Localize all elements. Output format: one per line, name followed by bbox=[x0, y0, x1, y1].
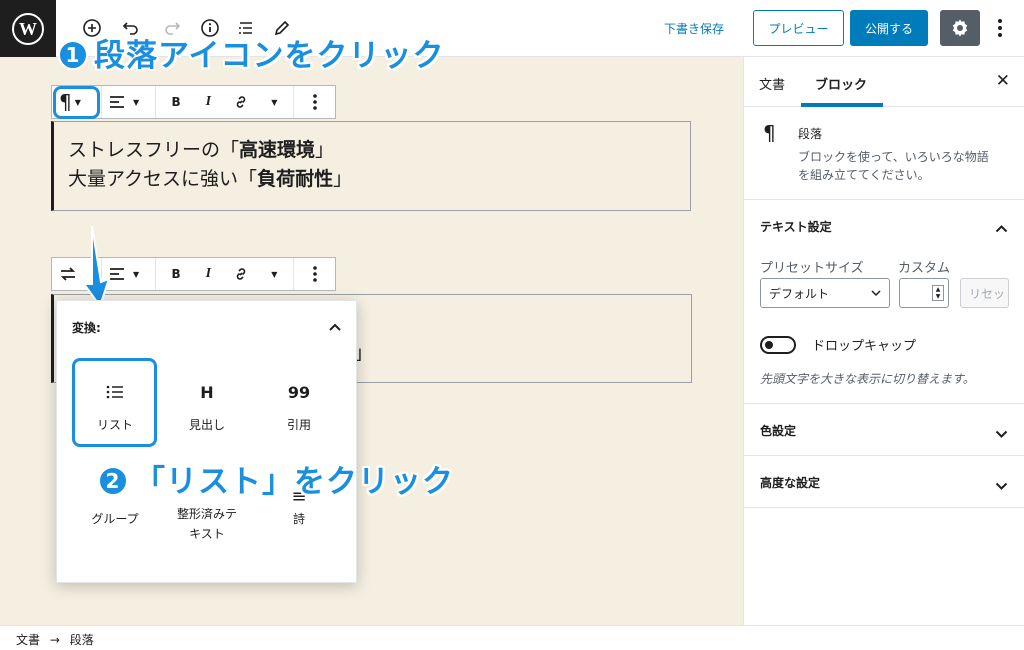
align-left-icon[interactable]: ▼ bbox=[106, 89, 142, 115]
panel-title: 色設定 bbox=[760, 424, 797, 438]
block-card-description: ブロックを使って、いろいろな物語 を組み立ててください。 bbox=[798, 150, 989, 182]
breadcrumb-separator: → bbox=[49, 633, 60, 647]
pointer-arrow-icon bbox=[82, 225, 111, 308]
block-card: ¶ 段落 ブロックを使って、いろいろな物語 を組み立ててください。 bbox=[744, 107, 1024, 200]
popup-title: 変換: bbox=[72, 321, 101, 335]
drop-cap-help: 先頭文字を大きな表示に切り替えます。 bbox=[760, 372, 975, 386]
transform-item-heading[interactable]: H 見出し bbox=[164, 378, 250, 433]
transform-icon[interactable] bbox=[56, 261, 80, 287]
bold-icon[interactable]: B bbox=[165, 89, 187, 115]
quote-icon: 99 bbox=[287, 382, 311, 402]
transform-item-label: 詩 bbox=[292, 512, 305, 526]
highlight-paragraph-icon bbox=[53, 86, 100, 119]
block-card-title: 段落 bbox=[798, 127, 823, 141]
settings-button[interactable] bbox=[940, 10, 980, 46]
heading-icon: H bbox=[200, 382, 214, 402]
panel-title: 高度な設定 bbox=[760, 476, 821, 490]
paragraph-line-2: 大量アクセスに強い「負荷耐性」 bbox=[68, 168, 353, 190]
save-draft-link[interactable]: 下書き保存 bbox=[664, 20, 724, 37]
italic-icon[interactable]: I bbox=[197, 89, 219, 115]
drop-cap-toggle[interactable] bbox=[760, 336, 796, 354]
link-icon[interactable] bbox=[230, 89, 252, 115]
breadcrumb: 文書 → 段落 bbox=[0, 625, 1024, 650]
close-icon[interactable]: ✕ bbox=[996, 71, 1010, 91]
breadcrumb-document[interactable]: 文書 bbox=[16, 633, 40, 647]
svg-text:W: W bbox=[19, 19, 37, 39]
wordpress-icon[interactable]: W bbox=[0, 0, 56, 57]
preset-size-label: プリセットサイズ bbox=[760, 261, 864, 276]
bold-icon[interactable]: B bbox=[165, 261, 187, 287]
chevron-down-icon bbox=[871, 290, 881, 297]
transform-item-label: グループ bbox=[91, 512, 139, 526]
preview-button[interactable]: プレビュー bbox=[753, 10, 844, 46]
transform-item-label: 引用 bbox=[286, 418, 311, 432]
highlight-list-item bbox=[72, 358, 157, 447]
transform-item-label: 見出し bbox=[188, 418, 225, 432]
chevron-down-icon bbox=[995, 424, 1008, 443]
custom-size-input[interactable]: ▲ ▼ bbox=[899, 278, 949, 308]
transform-item-quote[interactable]: 99 引用 bbox=[256, 378, 342, 433]
tab-document[interactable]: 文書 bbox=[759, 74, 785, 93]
custom-size-label: カスタム bbox=[898, 261, 951, 276]
chevron-down-icon bbox=[995, 476, 1008, 495]
panel-text-settings: テキスト設定 プリセットサイズ カスタム デフォルト ▲▼ リセット ドロップキ… bbox=[744, 200, 1024, 404]
panel-color-settings[interactable]: 色設定 bbox=[744, 404, 1024, 456]
paragraph-icon: ¶ bbox=[763, 121, 776, 145]
paragraph-line-1: ストレスフリーの「高速環境」 bbox=[68, 139, 335, 161]
publish-button[interactable]: 公開する bbox=[850, 10, 928, 46]
annotation-step-1: 1 段落アイコンをクリック bbox=[58, 30, 444, 75]
panel-advanced-settings[interactable]: 高度な設定 bbox=[744, 456, 1024, 508]
sidebar-tabs: 文書 ブロック ✕ bbox=[744, 57, 1024, 107]
more-vertical-icon[interactable] bbox=[304, 89, 326, 115]
annotation-step-2: 2 「リスト」をクリック bbox=[98, 456, 454, 501]
reset-button[interactable]: リセット bbox=[960, 278, 1009, 308]
drop-cap-label: ドロップキャップ bbox=[812, 339, 917, 354]
more-vertical-icon[interactable] bbox=[304, 261, 326, 287]
stepper-icon[interactable]: ▲ ▼ bbox=[932, 285, 944, 301]
font-size-select[interactable]: デフォルト bbox=[760, 278, 890, 308]
panel-title[interactable]: テキスト設定 bbox=[760, 218, 832, 235]
more-vertical-icon bbox=[998, 19, 1002, 37]
more-rich-text-icon[interactable]: ▼ bbox=[262, 89, 284, 115]
chevron-up-icon[interactable] bbox=[328, 317, 342, 336]
link-icon[interactable] bbox=[230, 261, 252, 287]
breadcrumb-paragraph[interactable]: 段落 bbox=[70, 633, 94, 647]
italic-icon[interactable]: I bbox=[197, 261, 219, 287]
tab-block[interactable]: ブロック bbox=[815, 74, 867, 93]
more-menu-button[interactable] bbox=[990, 14, 1010, 42]
more-rich-text-icon[interactable]: ▼ bbox=[262, 261, 284, 287]
settings-sidebar: 文書 ブロック ✕ ¶ 段落 ブロックを使って、いろいろな物語 を組み立ててくだ… bbox=[743, 57, 1024, 625]
transform-item-label: 整形済みテキスト bbox=[176, 507, 237, 541]
chevron-up-icon[interactable] bbox=[995, 218, 1008, 237]
paragraph-block-1[interactable]: ストレスフリーの「高速環境」 大量アクセスに強い「負荷耐性」 bbox=[51, 121, 691, 211]
gear-icon bbox=[952, 19, 968, 37]
